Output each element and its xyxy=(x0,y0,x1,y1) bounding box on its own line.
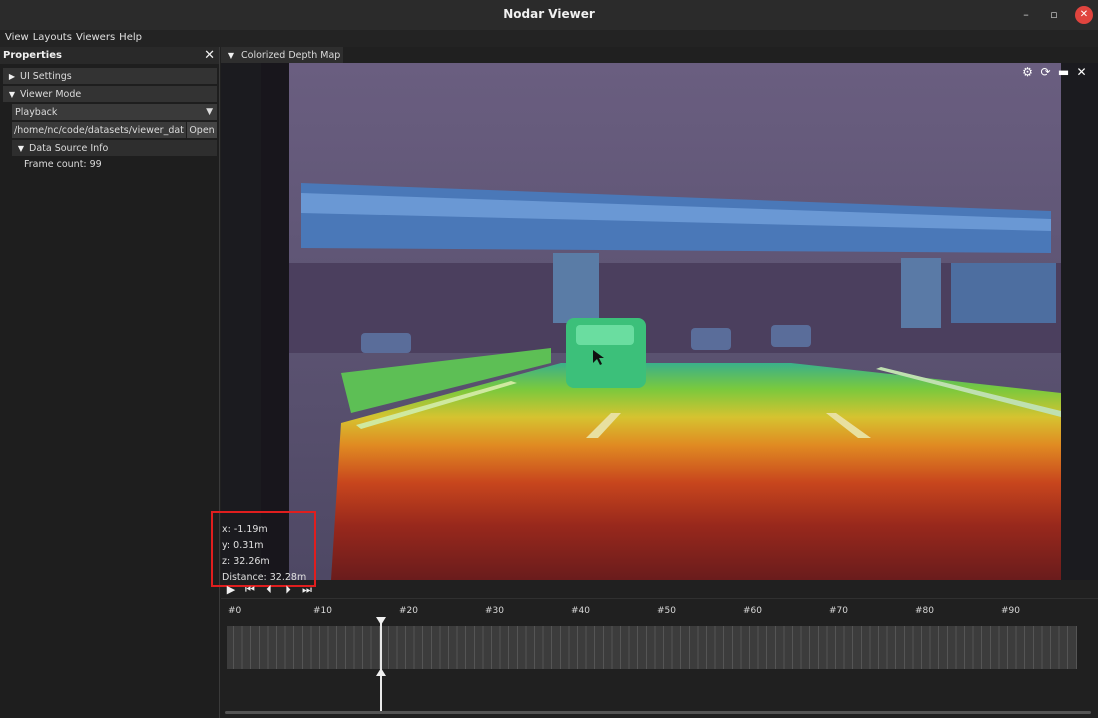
close-icon[interactable]: ✕ xyxy=(204,48,215,63)
timeline-label: #0 xyxy=(228,606,242,616)
properties-panel: Properties ✕ ▶ UI Settings ▼ Viewer Mode… xyxy=(0,47,220,718)
menu-help[interactable]: Help xyxy=(118,30,145,47)
viewer-mode-select[interactable]: Playback ▼ xyxy=(12,104,217,120)
menu-viewers[interactable]: Viewers xyxy=(75,30,118,47)
point-z: z: 32.26m xyxy=(222,556,270,567)
timeline-label: #80 xyxy=(915,606,934,616)
timeline-label: #90 xyxy=(1001,606,1020,616)
minimize-icon[interactable]: – xyxy=(1017,6,1035,24)
playhead-bottom-marker-icon[interactable] xyxy=(376,668,386,676)
depth-map-image[interactable] xyxy=(261,63,1061,580)
dropdown-arrow-icon: ▼ xyxy=(206,107,213,117)
step-forward-icon[interactable]: ⏵ xyxy=(281,583,295,597)
play-icon[interactable]: ▶ xyxy=(224,583,238,597)
timeline-label: #70 xyxy=(829,606,848,616)
expand-triangle-icon: ▶ xyxy=(8,71,16,81)
point-y: y: 0.31m xyxy=(222,540,264,551)
timeline-track[interactable] xyxy=(227,626,1077,669)
timeline-label: #60 xyxy=(743,606,762,616)
window-title: Nodar Viewer xyxy=(503,7,595,21)
refresh-icon[interactable]: ⟳ xyxy=(1038,64,1053,80)
properties-header: Properties ✕ xyxy=(0,47,219,64)
ui-settings-label: UI Settings xyxy=(20,70,72,82)
timeline[interactable]: #0 #10 #20 #30 #40 #50 #60 #70 #80 #90 xyxy=(221,598,1098,718)
collapse-triangle-icon: ▼ xyxy=(8,89,16,99)
playback-controls: ▶ ⏮ ⏴ ⏵ ⏭ xyxy=(224,583,314,597)
viewer-toolbar: ⚙ ⟳ ▬ ✕ xyxy=(1020,64,1089,80)
skip-to-end-icon[interactable]: ⏭ xyxy=(300,583,314,597)
viewer-mode-section[interactable]: ▼ Viewer Mode xyxy=(3,86,217,102)
viewer-mode-label: Viewer Mode xyxy=(20,88,82,100)
timeline-label: #30 xyxy=(485,606,504,616)
tab-colorized-depth-map[interactable]: ▼ Colorized Depth Map xyxy=(221,47,343,63)
timeline-label: #50 xyxy=(657,606,676,616)
ui-settings-section[interactable]: ▶ UI Settings xyxy=(3,68,217,84)
close-icon[interactable]: ✕ xyxy=(1074,64,1089,80)
point-info-box: x: -1.19m y: 0.31m z: 32.26m Distance: 3… xyxy=(211,511,316,587)
data-source-info-label: Data Source Info xyxy=(29,142,109,154)
timeline-label: #20 xyxy=(399,606,418,616)
timeline-label: #10 xyxy=(313,606,332,616)
skip-to-start-icon[interactable]: ⏮ xyxy=(243,583,257,597)
title-bar: Nodar Viewer – ▫ ✕ xyxy=(0,0,1098,30)
data-source-info-section[interactable]: ▼ Data Source Info xyxy=(12,140,217,156)
tab-label: Colorized Depth Map xyxy=(241,49,341,61)
menu-layouts[interactable]: Layouts xyxy=(32,30,75,47)
menu-bar: View Layouts Viewers Help xyxy=(0,30,1098,47)
collapse-triangle-icon: ▼ xyxy=(227,50,235,60)
timeline-label: #40 xyxy=(571,606,590,616)
frame-count: Frame count: 99 xyxy=(24,159,102,170)
timeline-playhead[interactable] xyxy=(380,617,382,711)
close-icon[interactable]: ✕ xyxy=(1075,6,1093,24)
open-button[interactable]: Open xyxy=(187,122,217,138)
collapse-triangle-icon: ▼ xyxy=(17,143,25,153)
playhead-top-marker-icon[interactable] xyxy=(376,617,386,625)
point-x: x: -1.19m xyxy=(222,524,268,535)
dataset-path-input[interactable]: /home/nc/code/datasets/viewer_dat xyxy=(12,122,186,138)
gear-icon[interactable]: ⚙ xyxy=(1020,64,1035,80)
viewer-mode-value: Playback xyxy=(15,106,58,118)
maximize-icon[interactable]: ▬ xyxy=(1056,64,1071,80)
menu-view[interactable]: View xyxy=(4,30,32,47)
maximize-icon[interactable]: ▫ xyxy=(1045,6,1063,24)
properties-title: Properties xyxy=(3,50,62,61)
step-back-icon[interactable]: ⏴ xyxy=(262,583,276,597)
timeline-scrollbar[interactable] xyxy=(225,711,1091,714)
